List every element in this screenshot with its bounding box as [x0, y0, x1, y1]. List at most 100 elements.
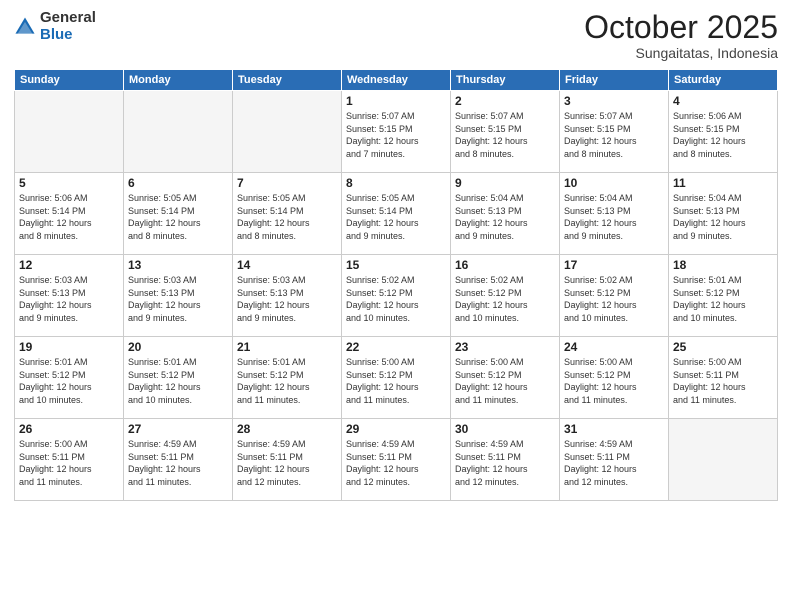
- logo-general-text: General: [40, 10, 96, 27]
- table-row: 27 Sunrise: 4:59 AM Sunset: 5:11 PM Dayli…: [124, 419, 233, 501]
- day-info: Sunrise: 5:01 AM Sunset: 5:12 PM Dayligh…: [19, 356, 119, 406]
- day-number: 10: [564, 176, 664, 190]
- day-number: 18: [673, 258, 773, 272]
- day-number: 25: [673, 340, 773, 354]
- col-thursday: Thursday: [451, 70, 560, 91]
- table-row: 16Sunrise: 5:02 AM Sunset: 5:12 PM Dayli…: [451, 255, 560, 337]
- table-row: 24 Sunrise: 5:00 AM Sunset: 5:12 PM Dayli…: [560, 337, 669, 419]
- table-row: 5 Sunrise: 5:06 AM Sunset: 5:14 PM Daylig…: [15, 173, 124, 255]
- month-title: October 2025: [584, 10, 778, 45]
- page-container: General Blue October 2025 Sungaitatas, I…: [0, 0, 792, 612]
- day-number: 22: [346, 340, 446, 354]
- day-info: Sunrise: 5:00 AM Sunset: 5:12 PM Dayligh…: [455, 356, 555, 406]
- day-number: 21: [237, 340, 337, 354]
- day-number: 19: [19, 340, 119, 354]
- table-row: 3 Sunrise: 5:07 AM Sunset: 5:15 PM Daylig…: [560, 91, 669, 173]
- day-info: Sunrise: 5:07 AM Sunset: 5:15 PM Dayligh…: [564, 110, 664, 160]
- day-info: Sunrise: 5:04 AM Sunset: 5:13 PM Dayligh…: [673, 192, 773, 242]
- calendar-week-row: 19 Sunrise: 5:01 AM Sunset: 5:12 PM Dayli…: [15, 337, 778, 419]
- day-info: Sunrise: 5:03 AM Sunset: 5:13 PM Dayligh…: [128, 274, 228, 324]
- calendar-week-row: 1 Sunrise: 5:07 AM Sunset: 5:15 PM Daylig…: [15, 91, 778, 173]
- table-row: 4 Sunrise: 5:06 AM Sunset: 5:15 PM Daylig…: [669, 91, 778, 173]
- calendar-header-row: Sunday Monday Tuesday Wednesday Thursday…: [15, 70, 778, 91]
- table-row: 31 Sunrise: 4:59 AM Sunset: 5:11 PM Dayli…: [560, 419, 669, 501]
- day-info: Sunrise: 5:00 AM Sunset: 5:12 PM Dayligh…: [564, 356, 664, 406]
- day-info: Sunrise: 5:01 AM Sunset: 5:12 PM Dayligh…: [237, 356, 337, 406]
- day-number: 9: [455, 176, 555, 190]
- day-number: 20: [128, 340, 228, 354]
- table-row: [669, 419, 778, 501]
- table-row: 26Sunrise: 5:00 AM Sunset: 5:11 PM Dayli…: [15, 419, 124, 501]
- table-row: 17 Sunrise: 5:02 AM Sunset: 5:12 PM Dayli…: [560, 255, 669, 337]
- day-info: Sunrise: 5:03 AM Sunset: 5:13 PM Dayligh…: [19, 274, 119, 324]
- col-friday: Friday: [560, 70, 669, 91]
- logo-blue-text: Blue: [40, 27, 96, 44]
- table-row: 21 Sunrise: 5:01 AM Sunset: 5:12 PM Dayli…: [233, 337, 342, 419]
- table-row: 29 Sunrise: 4:59 AM Sunset: 5:11 PM Dayli…: [342, 419, 451, 501]
- day-info: Sunrise: 5:00 AM Sunset: 5:11 PM Dayligh…: [673, 356, 773, 406]
- day-number: 28: [237, 422, 337, 436]
- day-info: Sunrise: 5:03 AM Sunset: 5:13 PM Dayligh…: [237, 274, 337, 324]
- day-number: 8: [346, 176, 446, 190]
- day-info: Sunrise: 5:06 AM Sunset: 5:14 PM Dayligh…: [19, 192, 119, 242]
- day-info: Sunrise: 5:02 AM Sunset: 5:12 PM Dayligh…: [346, 274, 446, 324]
- day-number: 11: [673, 176, 773, 190]
- col-monday: Monday: [124, 70, 233, 91]
- day-info: Sunrise: 5:05 AM Sunset: 5:14 PM Dayligh…: [128, 192, 228, 242]
- logo-icon: [14, 16, 36, 38]
- day-number: 27: [128, 422, 228, 436]
- day-number: 17: [564, 258, 664, 272]
- col-sunday: Sunday: [15, 70, 124, 91]
- col-wednesday: Wednesday: [342, 70, 451, 91]
- table-row: 6Sunrise: 5:05 AM Sunset: 5:14 PM Daylig…: [124, 173, 233, 255]
- day-number: 2: [455, 94, 555, 108]
- col-saturday: Saturday: [669, 70, 778, 91]
- day-number: 5: [19, 176, 119, 190]
- calendar-table: Sunday Monday Tuesday Wednesday Thursday…: [14, 69, 778, 501]
- day-info: Sunrise: 5:05 AM Sunset: 5:14 PM Dayligh…: [346, 192, 446, 242]
- logo-text: General Blue: [40, 10, 96, 43]
- title-block: October 2025 Sungaitatas, Indonesia: [584, 10, 778, 61]
- col-tuesday: Tuesday: [233, 70, 342, 91]
- day-number: 30: [455, 422, 555, 436]
- table-row: 18 Sunrise: 5:01 AM Sunset: 5:12 PM Dayli…: [669, 255, 778, 337]
- day-info: Sunrise: 5:01 AM Sunset: 5:12 PM Dayligh…: [673, 274, 773, 324]
- day-number: 15: [346, 258, 446, 272]
- day-number: 4: [673, 94, 773, 108]
- day-number: 23: [455, 340, 555, 354]
- table-row: 19 Sunrise: 5:01 AM Sunset: 5:12 PM Dayli…: [15, 337, 124, 419]
- day-info: Sunrise: 5:05 AM Sunset: 5:14 PM Dayligh…: [237, 192, 337, 242]
- day-info: Sunrise: 4:59 AM Sunset: 5:11 PM Dayligh…: [237, 438, 337, 488]
- table-row: 1 Sunrise: 5:07 AM Sunset: 5:15 PM Daylig…: [342, 91, 451, 173]
- table-row: [15, 91, 124, 173]
- day-number: 3: [564, 94, 664, 108]
- day-info: Sunrise: 5:07 AM Sunset: 5:15 PM Dayligh…: [346, 110, 446, 160]
- table-row: [233, 91, 342, 173]
- day-number: 31: [564, 422, 664, 436]
- day-number: 7: [237, 176, 337, 190]
- table-row: 7 Sunrise: 5:05 AM Sunset: 5:14 PM Daylig…: [233, 173, 342, 255]
- location-subtitle: Sungaitatas, Indonesia: [584, 45, 778, 61]
- day-info: Sunrise: 4:59 AM Sunset: 5:11 PM Dayligh…: [346, 438, 446, 488]
- table-row: 22Sunrise: 5:00 AM Sunset: 5:12 PM Dayli…: [342, 337, 451, 419]
- day-info: Sunrise: 4:59 AM Sunset: 5:11 PM Dayligh…: [128, 438, 228, 488]
- day-number: 14: [237, 258, 337, 272]
- table-row: 11 Sunrise: 5:04 AM Sunset: 5:13 PM Dayli…: [669, 173, 778, 255]
- day-number: 29: [346, 422, 446, 436]
- table-row: 20 Sunrise: 5:01 AM Sunset: 5:12 PM Dayli…: [124, 337, 233, 419]
- calendar-week-row: 5 Sunrise: 5:06 AM Sunset: 5:14 PM Daylig…: [15, 173, 778, 255]
- day-info: Sunrise: 5:06 AM Sunset: 5:15 PM Dayligh…: [673, 110, 773, 160]
- day-number: 24: [564, 340, 664, 354]
- day-info: Sunrise: 5:00 AM Sunset: 5:11 PM Dayligh…: [19, 438, 119, 488]
- table-row: [124, 91, 233, 173]
- table-row: 28 Sunrise: 4:59 AM Sunset: 5:11 PM Dayli…: [233, 419, 342, 501]
- day-info: Sunrise: 5:02 AM Sunset: 5:12 PM Dayligh…: [455, 274, 555, 324]
- day-info: Sunrise: 4:59 AM Sunset: 5:11 PM Dayligh…: [564, 438, 664, 488]
- table-row: 12Sunrise: 5:03 AM Sunset: 5:13 PM Dayli…: [15, 255, 124, 337]
- day-number: 1: [346, 94, 446, 108]
- table-row: 25 Sunrise: 5:00 AM Sunset: 5:11 PM Dayli…: [669, 337, 778, 419]
- table-row: 14 Sunrise: 5:03 AM Sunset: 5:13 PM Dayli…: [233, 255, 342, 337]
- day-info: Sunrise: 5:01 AM Sunset: 5:12 PM Dayligh…: [128, 356, 228, 406]
- day-info: Sunrise: 5:02 AM Sunset: 5:12 PM Dayligh…: [564, 274, 664, 324]
- calendar-week-row: 26Sunrise: 5:00 AM Sunset: 5:11 PM Dayli…: [15, 419, 778, 501]
